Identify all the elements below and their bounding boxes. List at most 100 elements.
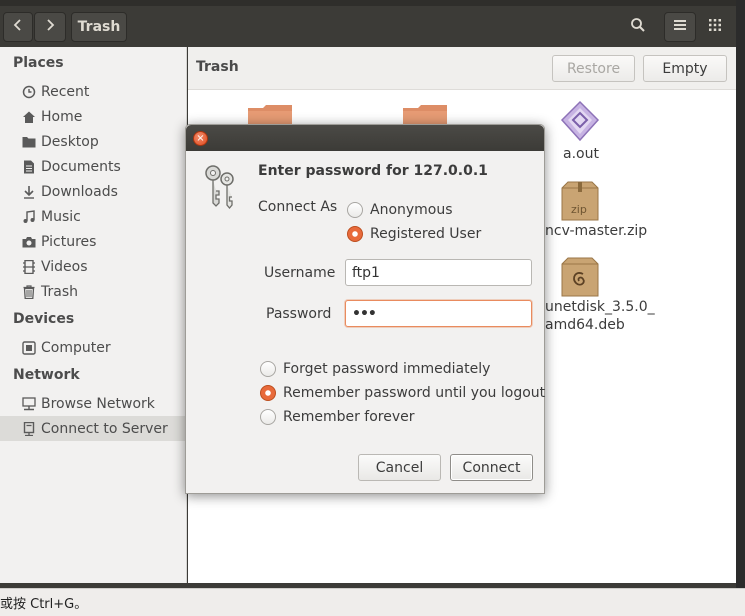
radio-registered-user-label[interactable]: Registered User (370, 226, 481, 242)
home-icon (21, 109, 37, 125)
radio-registered-user[interactable] (347, 226, 363, 242)
chevron-left-icon (12, 18, 24, 36)
window-top-strip (0, 0, 745, 6)
radio-forget-password-label[interactable]: Forget password immediately (283, 361, 490, 377)
password-input[interactable]: ••• (345, 300, 532, 327)
sidebar-item-pictures[interactable]: Pictures (0, 229, 186, 254)
sidebar-header-devices: Devices (13, 311, 75, 327)
password-dialog: × Enter password for 127.0.0.1 Connect A… (185, 124, 545, 494)
file-label-unetdisk-deb-line1: unetdisk_3.5.0_ (545, 299, 655, 315)
restore-button[interactable]: Restore (552, 55, 635, 82)
connect-as-label: Connect As (258, 199, 338, 215)
clock-icon (21, 84, 37, 100)
radio-remember-until-logout-label[interactable]: Remember password until you logout (283, 385, 545, 401)
sidebar-item-music[interactable]: Music (0, 204, 186, 229)
sidebar-item-recent[interactable]: Recent (0, 79, 186, 104)
sidebar-item-documents[interactable]: Documents (0, 154, 186, 179)
dialog-heading: Enter password for 127.0.0.1 (258, 163, 488, 179)
folder-icon (21, 134, 37, 150)
sidebar-item-label: Desktop (41, 133, 99, 150)
chevron-right-icon (44, 18, 56, 36)
back-button[interactable] (3, 12, 33, 42)
password-value: ••• (352, 305, 377, 322)
dialog-close-button[interactable]: × (193, 131, 208, 146)
radio-remember-forever-label[interactable]: Remember forever (283, 409, 415, 425)
sidebar-item-label: Videos (41, 258, 88, 275)
sidebar-item-browse-network[interactable]: Browse Network (0, 391, 186, 416)
menu-button[interactable] (699, 12, 731, 42)
sidebar-item-trash[interactable]: Trash (0, 279, 186, 304)
radio-remember-until-logout[interactable] (260, 385, 276, 401)
list-icon (673, 19, 687, 35)
sidebar-item-label: Documents (41, 158, 121, 175)
radio-remember-forever[interactable] (260, 409, 276, 425)
connect-label: Connect (462, 459, 521, 476)
film-icon (21, 259, 37, 275)
trash-icon (21, 284, 37, 300)
file-item-unetdisk-deb[interactable] (558, 256, 602, 298)
document-icon (21, 159, 37, 175)
sidebar-item-label: Pictures (41, 233, 97, 250)
sidebar-item-videos[interactable]: Videos (0, 254, 186, 279)
radio-anonymous-label[interactable]: Anonymous (370, 202, 453, 218)
password-label: Password (266, 306, 332, 322)
background-window-edge (736, 0, 745, 616)
status-text: 或按 Ctrl+G。 (0, 597, 88, 612)
search-button[interactable] (622, 12, 654, 42)
radio-forget-password[interactable] (260, 361, 276, 377)
sidebar-item-label: Trash (41, 283, 78, 300)
sidebar-item-downloads[interactable]: Downloads (0, 179, 186, 204)
sidebar-item-home[interactable]: Home (0, 104, 186, 129)
sidebar-item-label: Connect to Server (41, 420, 168, 437)
server-icon (21, 421, 37, 437)
sidebar-item-label: Recent (41, 83, 90, 100)
sidebar-item-desktop[interactable]: Desktop (0, 129, 186, 154)
close-icon: × (196, 132, 205, 144)
file-label-a-out: a.out (563, 146, 599, 162)
keys-icon (201, 163, 241, 211)
forward-button[interactable] (34, 12, 66, 42)
empty-button[interactable]: Empty (643, 55, 727, 82)
file-label-ncv-master-zip: ncv-master.zip (545, 223, 648, 239)
file-label-unetdisk-deb-line2: amd64.deb (545, 317, 625, 333)
download-icon (21, 184, 37, 200)
file-item-folder-2[interactable] (402, 104, 448, 126)
cancel-label: Cancel (375, 459, 424, 476)
file-item-folder-1[interactable] (247, 104, 293, 126)
view-list-button[interactable] (664, 12, 696, 42)
username-input[interactable]: ftp1 (345, 259, 532, 286)
sidebar-item-label: Computer (41, 339, 111, 356)
network-icon (21, 396, 37, 412)
username-label: Username (264, 265, 336, 281)
cancel-button[interactable]: Cancel (358, 454, 441, 481)
empty-label: Empty (662, 60, 708, 77)
trash-header-bar: Trash Restore Empty (188, 47, 736, 90)
drive-icon (21, 340, 37, 356)
header-toolbar: Trash (0, 0, 745, 47)
connect-button[interactable]: Connect (450, 454, 533, 481)
sidebar-header-places: Places (13, 55, 64, 71)
username-value: ftp1 (352, 264, 380, 281)
restore-label: Restore (566, 60, 621, 77)
grid-menu-icon (708, 18, 722, 36)
dialog-titlebar: × (186, 125, 544, 151)
status-bar: 或按 Ctrl+G。 (0, 588, 745, 616)
music-icon (21, 209, 37, 225)
sidebar-item-label: Music (41, 208, 81, 225)
sidebar-header-network: Network (13, 367, 80, 383)
sidebar: Places Recent Home Desktop Documents Dow… (0, 47, 187, 583)
location-button-trash[interactable]: Trash (71, 12, 127, 42)
sidebar-item-computer[interactable]: Computer (0, 335, 186, 360)
sidebar-item-label: Downloads (41, 183, 118, 200)
file-item-ncv-master-zip[interactable]: zip (558, 180, 602, 222)
trash-title: Trash (196, 59, 239, 75)
zip-badge: zip (571, 203, 587, 216)
file-item-a-out[interactable] (558, 100, 602, 144)
sidebar-item-label: Home (41, 108, 83, 125)
search-icon (630, 17, 646, 37)
location-label: Trash (77, 19, 121, 35)
camera-icon (21, 234, 37, 250)
sidebar-item-label: Browse Network (41, 395, 155, 412)
sidebar-item-connect-to-server[interactable]: Connect to Server (0, 416, 186, 441)
radio-anonymous[interactable] (347, 202, 363, 218)
